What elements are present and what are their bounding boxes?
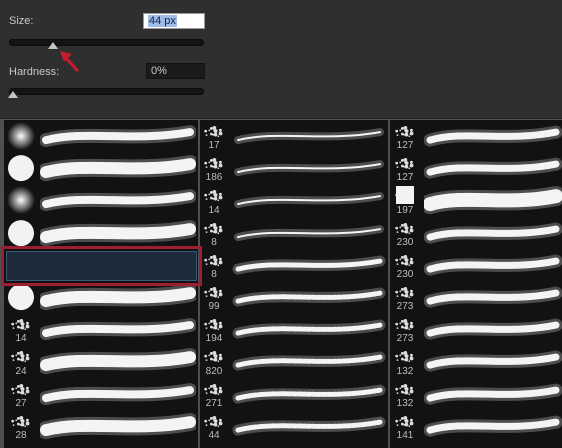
brush-stroke-preview[interactable] xyxy=(37,217,199,249)
brush-stroke-preview[interactable] xyxy=(232,152,386,184)
brush-size-label: 197 xyxy=(396,204,414,216)
brush-thumbnail[interactable]: 27 xyxy=(4,378,38,410)
brush-thumbnail[interactable]: 194 xyxy=(200,313,228,345)
red-arrow-annotation-icon xyxy=(60,51,80,73)
brush-size-label: 273 xyxy=(396,301,414,313)
brush-stroke-preview[interactable] xyxy=(423,217,562,249)
brush-thumbnail[interactable]: 273 xyxy=(390,313,420,345)
brush-size-label: 27 xyxy=(15,397,27,409)
brush-thumbnail[interactable]: 8 xyxy=(200,217,228,249)
selected-brush-highlight xyxy=(1,246,202,286)
size-slider-track[interactable] xyxy=(9,39,204,46)
brush-size-label: 8 xyxy=(211,268,217,280)
brush-thumbnail[interactable]: 230 xyxy=(390,217,420,249)
brush-stroke-preview[interactable] xyxy=(37,152,199,184)
brush-stroke-preview[interactable] xyxy=(423,410,562,442)
brush-stroke-preview[interactable] xyxy=(232,184,386,216)
brush-thumbnail[interactable]: 141 xyxy=(390,410,420,442)
brush-size-label: 17 xyxy=(208,140,220,152)
brush-thumbnail[interactable]: 820 xyxy=(200,345,228,377)
brush-stroke-preview[interactable] xyxy=(39,120,197,152)
brush-stroke-preview[interactable] xyxy=(232,313,386,345)
brush-options-panel: Size: 44 px Hardness: 0% xyxy=(0,0,562,119)
brush-thumbnail[interactable]: 271 xyxy=(200,378,228,410)
brush-stroke-preview[interactable] xyxy=(232,378,386,410)
brush-size-label: 14 xyxy=(15,333,27,345)
brush-thumbnail[interactable] xyxy=(4,184,38,216)
brush-thumbnail[interactable]: 17 xyxy=(200,120,228,152)
brush-thumbnail[interactable]: 132 xyxy=(390,345,420,377)
brush-thumbnail[interactable]: 99 xyxy=(200,281,228,313)
brush-stroke-preview[interactable] xyxy=(232,249,386,281)
brush-size-label: 141 xyxy=(396,429,414,441)
brush-size-label: 820 xyxy=(205,365,223,377)
hardness-label: Hardness: xyxy=(9,66,60,78)
brush-size-label: 24 xyxy=(15,365,27,377)
brush-thumbnail[interactable]: 28 xyxy=(4,410,38,442)
brush-thumbnail[interactable]: 14 xyxy=(4,313,38,345)
hardness-value: 0% xyxy=(151,65,167,77)
brush-size-label: 8 xyxy=(211,236,217,248)
brush-thumbnail[interactable]: 127 xyxy=(390,152,420,184)
brush-size-label: 132 xyxy=(396,397,414,409)
brush-stroke-preview[interactable] xyxy=(232,281,386,313)
hardness-slider-track[interactable] xyxy=(9,88,204,95)
brush-size-label: 230 xyxy=(396,268,414,280)
brush-stroke-preview[interactable] xyxy=(423,281,562,313)
brush-stroke-preview[interactable] xyxy=(39,313,197,345)
brush-stroke-preview[interactable] xyxy=(232,410,386,442)
brush-stroke-preview[interactable] xyxy=(232,345,386,377)
hardness-slider-thumb[interactable] xyxy=(8,91,18,98)
brush-stroke-preview[interactable] xyxy=(423,249,562,281)
brush-thumbnail[interactable] xyxy=(4,120,38,152)
brush-stroke-preview[interactable] xyxy=(420,184,562,216)
brush-thumbnail[interactable]: 8 xyxy=(200,249,228,281)
brush-thumbnail[interactable]: 24 xyxy=(4,345,38,377)
brush-stroke-preview[interactable] xyxy=(37,345,199,377)
brush-stroke-preview[interactable] xyxy=(39,378,197,410)
brush-size-label: 28 xyxy=(15,429,27,441)
size-field[interactable]: 44 px xyxy=(143,13,205,29)
brush-size-label: 127 xyxy=(396,172,414,184)
brush-size-label: 230 xyxy=(396,236,414,248)
brush-size-label: 14 xyxy=(208,204,220,216)
brush-thumbnail[interactable] xyxy=(4,217,38,249)
hardness-field[interactable]: 0% xyxy=(146,63,205,79)
brush-stroke-preview[interactable] xyxy=(232,217,386,249)
size-value: 44 px xyxy=(148,15,177,27)
brush-size-label: 186 xyxy=(205,172,223,184)
brush-stroke-preview[interactable] xyxy=(37,410,199,442)
brush-size-label: 99 xyxy=(208,301,220,313)
brush-thumbnail[interactable]: 44 xyxy=(200,410,228,442)
brush-size-label: 127 xyxy=(396,140,414,152)
brush-thumbnail[interactable]: 230 xyxy=(390,249,420,281)
size-label: Size: xyxy=(9,15,34,27)
brush-stroke-preview[interactable] xyxy=(423,313,562,345)
brush-stroke-preview[interactable] xyxy=(423,345,562,377)
brush-size-label: 273 xyxy=(396,333,414,345)
brush-stroke-preview[interactable] xyxy=(232,120,386,152)
brush-thumbnail[interactable]: 186 xyxy=(200,152,228,184)
brush-size-label: 194 xyxy=(205,333,223,345)
brush-stroke-preview[interactable] xyxy=(423,152,562,184)
brush-stroke-preview[interactable] xyxy=(423,378,562,410)
brush-size-label: 44 xyxy=(208,429,220,441)
brush-thumbnail[interactable]: 132 xyxy=(390,378,420,410)
brush-thumbnail[interactable]: 197 xyxy=(390,184,420,216)
brush-thumbnail[interactable]: 127 xyxy=(390,120,420,152)
brush-thumbnail[interactable]: 14 xyxy=(200,184,228,216)
brush-size-label: 132 xyxy=(396,365,414,377)
brush-stroke-preview[interactable] xyxy=(39,184,197,216)
brush-thumbnail[interactable]: 273 xyxy=(390,281,420,313)
brush-stroke-preview[interactable] xyxy=(423,120,562,152)
brush-preset-picker: Size: 44 px Hardness: 0% 14 24 27 28 17 186 14… xyxy=(0,0,562,448)
brush-thumbnail[interactable] xyxy=(4,152,38,184)
brush-size-label: 271 xyxy=(205,397,223,409)
